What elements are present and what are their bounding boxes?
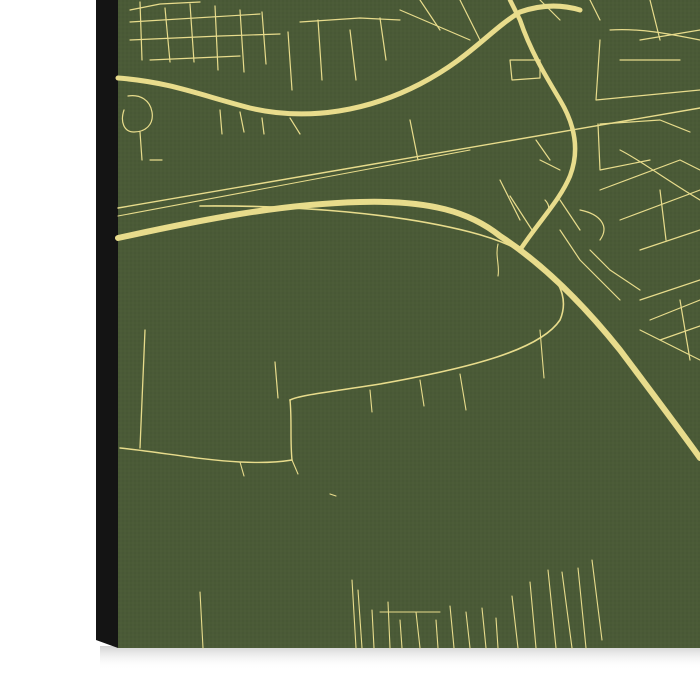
map-canvas-scene (96, 0, 700, 670)
canvas-shadow (100, 646, 700, 670)
canvas-side-edge (96, 0, 118, 648)
